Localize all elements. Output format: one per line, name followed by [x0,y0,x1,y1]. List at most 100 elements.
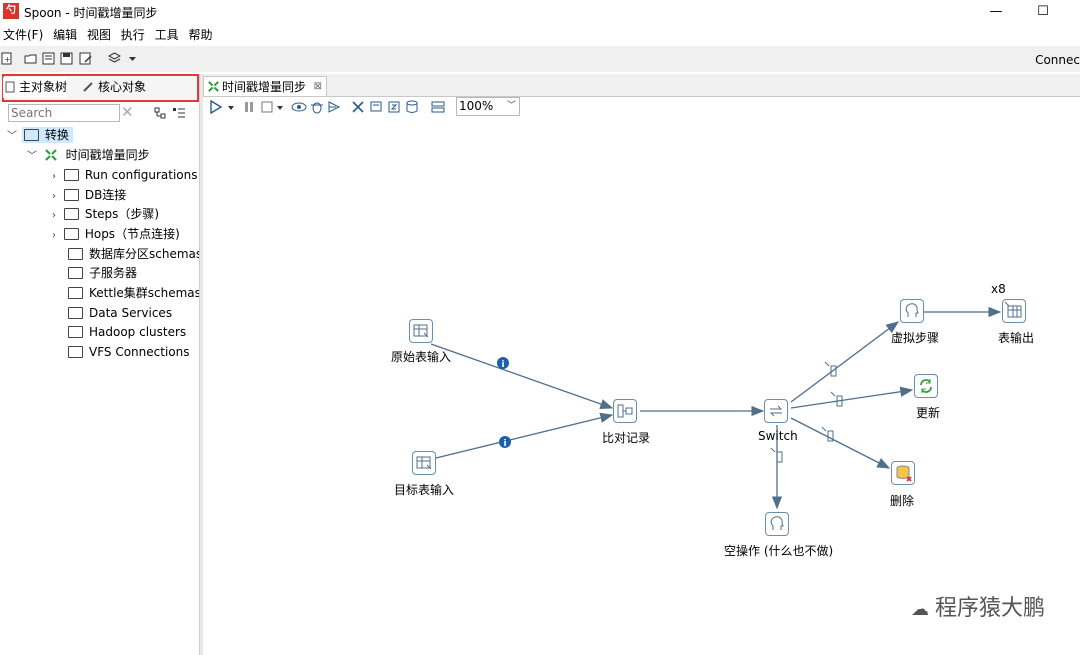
pause-icon[interactable] [243,100,255,114]
perspective-layers-icon[interactable] [108,52,121,65]
tree-root[interactable]: ﹀ 转换 [6,126,73,144]
expand-all-icon[interactable] [154,107,167,120]
open-file-icon[interactable] [24,52,37,65]
chevron-right-icon[interactable]: › [48,188,60,206]
editor-tab-label: 时间戳增量同步 [222,80,307,94]
maximize-button[interactable]: ☐ [1033,2,1053,22]
replay-icon[interactable] [327,100,341,114]
step-noop[interactable] [765,512,789,536]
database-explorer-icon[interactable] [405,100,419,114]
tab-main-tree[interactable]: 主对象树 [3,77,68,98]
tree-transform[interactable]: ﹀ 时间戳增量同步 [26,146,150,164]
step-label: 表输出 [998,331,1035,345]
step-merge-rows[interactable] [613,399,637,423]
collapse-all-icon[interactable] [172,107,186,120]
step-update[interactable] [914,374,938,398]
impact-icon[interactable] [369,100,383,114]
tree-item-steps[interactable]: › Steps（步骤) [48,205,159,223]
transformation-icon [45,148,57,161]
show-results-icon[interactable] [431,100,445,114]
step-source-table-input[interactable] [409,319,433,343]
menu-file[interactable]: 文件(F) [0,26,46,44]
menu-view[interactable]: 视图 [84,26,114,44]
explore-repository-icon[interactable] [42,52,55,65]
debug-bug-icon[interactable] [310,100,324,114]
menu-run[interactable]: 执行 [118,26,148,44]
close-icon[interactable]: ⊠ [314,77,322,97]
editor-tabs: 时间戳增量同步 ⊠ [203,74,1080,97]
step-label: 比对记录 [602,431,651,445]
save-as-icon[interactable] [79,52,92,65]
step-table-output[interactable] [1002,299,1026,323]
delete-db-icon [896,465,912,482]
hop-src-to-compare [430,343,614,410]
new-file-icon[interactable]: + [0,52,13,65]
refresh-icon [920,379,932,393]
dummy-head-icon [770,516,784,530]
tree-item-label: Kettle集群schemas [89,286,201,300]
tree-item-run-configurations[interactable]: › Run configurations [48,166,198,184]
tab-core-objects[interactable]: 核心对象 [82,77,146,98]
tree-item-label: Steps（步骤) [84,207,160,221]
zoom-value: 100% [459,99,494,113]
tree-item-hadoop-clusters[interactable]: Hadoop clusters [68,323,186,341]
search-input[interactable] [8,104,120,122]
menu-edit[interactable]: 编辑 [50,26,80,44]
menu-tools[interactable]: 工具 [152,26,182,44]
hop-switch-to-delete [790,417,891,469]
tree-root-label: 转换 [44,128,69,142]
step-delete[interactable] [891,461,915,485]
chevron-down-icon[interactable]: ﹀ [26,148,38,166]
minimize-button[interactable]: — [986,2,1006,22]
left-panel: 主对象树 核心对象 ✕ ﹀ 转换 ﹀ 时间戳增量同步 › Run configu… [0,74,202,655]
chevron-right-icon[interactable]: › [48,207,60,225]
hop-switch-to-update [790,386,914,409]
menu-bar: 文件(F) 编辑 视图 执行 工具 帮助 [0,26,216,44]
transformation-canvas[interactable]: i i 原始表输入 目标表输入 比对记录 Switch 虚拟步骤 x8 表输出 … [203,118,1080,655]
spoon-icon: 勺 [3,3,19,19]
chevron-right-icon[interactable]: › [48,168,60,186]
tree-item-label: Hops（节点连接) [84,227,180,241]
tree-item-hops[interactable]: › Hops（节点连接) [48,225,180,243]
step-switch-case[interactable] [764,399,788,423]
step-label: 删除 [890,494,915,508]
folder-icon [68,325,83,338]
step-label: 空操作 (什么也不做) [724,544,834,558]
chevron-down-icon[interactable]: ﹀ [6,128,18,146]
clear-icon[interactable]: ✕ [121,103,134,121]
tree-item-cluster-schemas[interactable]: Kettle集群schemas [68,284,201,302]
chevron-right-icon[interactable]: › [48,227,60,245]
verify-icon[interactable] [351,100,365,114]
hop-switch-to-dummy [790,321,900,403]
tree-item-vfs-connections[interactable]: VFS Connections [68,343,189,361]
chevron-down-icon[interactable] [126,52,139,65]
tree-item-label: 数据库分区schemas [89,247,203,261]
table-output-icon [1004,301,1022,318]
menu-help[interactable]: 帮助 [185,26,215,44]
tab-transformation[interactable]: 时间戳增量同步 ⊠ [203,76,327,96]
run-icon[interactable] [209,100,223,114]
connect-button[interactable]: Connec [1035,53,1080,67]
object-tabs: 主对象树 核心对象 [0,74,199,102]
preview-eye-icon[interactable] [291,100,307,114]
sql-icon[interactable] [387,100,401,114]
tab-core-objects-label: 核心对象 [98,80,147,94]
zoom-select[interactable]: 100% ﹀ [456,97,520,116]
step-label: 虚拟步骤 [891,331,940,345]
save-icon[interactable] [60,52,73,65]
document-icon [5,81,15,93]
tree-item-slave-servers[interactable]: 子服务器 [68,264,137,282]
folder-icon [63,168,79,181]
folder-icon [68,306,83,319]
tree-item-partition-schemas[interactable]: 数据库分区schemas [68,245,202,263]
step-dummy[interactable] [900,299,924,323]
tree-item-data-services[interactable]: Data Services [68,304,172,322]
tree-transform-label: 时间戳增量同步 [65,148,150,162]
tree-item-label: 子服务器 [89,266,138,280]
tree-item-db-connections[interactable]: › DB连接 [48,186,126,204]
chevron-down-icon[interactable] [276,100,284,114]
stop-icon[interactable] [261,100,273,114]
step-target-table-input[interactable] [412,451,436,475]
watermark: ☁ 程序猿大鹏 [911,590,1045,622]
chevron-down-icon[interactable] [227,100,235,114]
